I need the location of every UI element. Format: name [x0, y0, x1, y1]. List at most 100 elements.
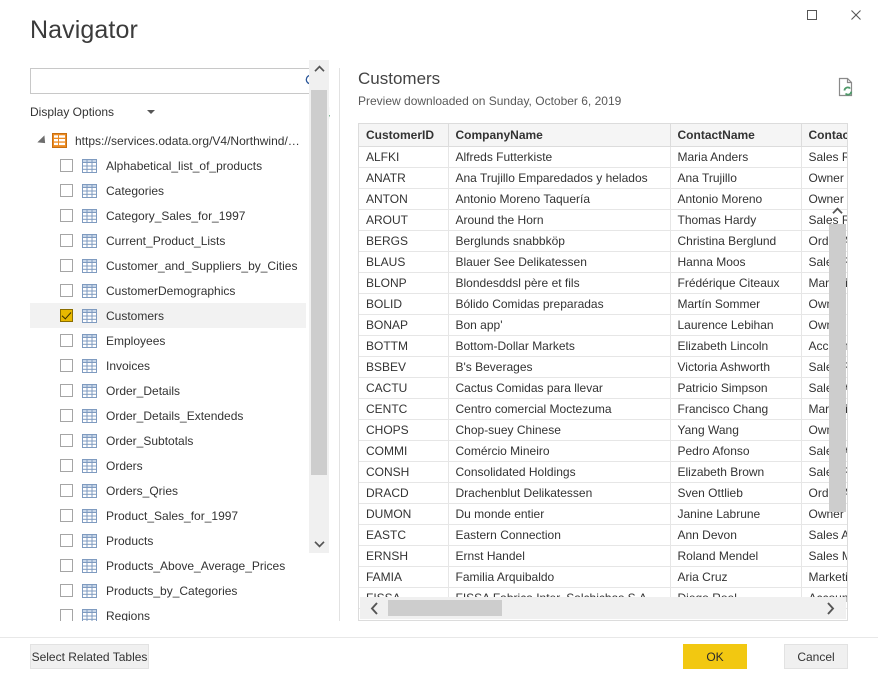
tree-item-checkbox[interactable] — [60, 609, 73, 621]
table-cell: Roland Mendel — [670, 545, 802, 567]
tree-item-orders[interactable]: Orders — [30, 453, 306, 478]
table-scroll-thumb[interactable] — [829, 224, 846, 512]
tree-item-checkbox[interactable] — [60, 209, 73, 222]
preview-table-container[interactable]: CustomerIDCompanyNameContactNameContactT… — [358, 123, 848, 621]
table-cell: BOTTM — [359, 335, 449, 357]
table-cell: Centro comercial Moctezuma — [448, 398, 671, 420]
column-header-companyname[interactable]: CompanyName — [448, 124, 671, 147]
display-options-button[interactable]: Display Options — [30, 105, 114, 119]
tree-item-products_above_average_prices[interactable]: Products_Above_Average_Prices — [30, 553, 306, 578]
table-row: ERNSHErnst HandelRoland MendelSales Mana… — [359, 545, 847, 567]
tree-item-products_by_categories[interactable]: Products_by_Categories — [30, 578, 306, 603]
tree-item-products[interactable]: Products — [30, 528, 306, 553]
table-row: CACTU Cactus Comidas para llevar Patricio … — [359, 377, 847, 399]
tree-item-checkbox[interactable] — [60, 434, 73, 447]
tree-item-checkbox[interactable] — [60, 359, 73, 372]
object-tree[interactable]: https://services.odata.org/V4/Northwind/… — [30, 128, 329, 621]
tree-item-checkbox[interactable] — [60, 284, 73, 297]
tree-item-checkbox[interactable] — [60, 509, 73, 522]
search-box[interactable] — [30, 68, 327, 94]
tree-item-order_details_extendeds[interactable]: Order_Details_Extendeds — [30, 403, 306, 428]
ok-button[interactable]: OK — [683, 644, 747, 669]
table-scroll-left-icon[interactable] — [362, 597, 386, 619]
preview-refresh-icon[interactable] — [836, 77, 856, 99]
table-icon — [82, 258, 97, 273]
table-cell: Consolidated Holdings — [448, 461, 671, 483]
pane-divider — [339, 68, 340, 621]
tree-item-checkbox[interactable] — [60, 384, 73, 397]
tree-item-category_sales_for_1997[interactable]: Category_Sales_for_1997 — [30, 203, 306, 228]
tree-item-alphabetical_list_of_products[interactable]: Alphabetical_list_of_products — [30, 153, 306, 178]
table-cell: Ana Trujillo — [670, 167, 802, 189]
tree-item-checkbox[interactable] — [60, 309, 73, 322]
tree-item-orders_qries[interactable]: Orders_Qries — [30, 478, 306, 503]
tree-item-checkbox[interactable] — [60, 234, 73, 247]
table-row: AROUTAround the HornThomas HardySales Re… — [359, 209, 847, 231]
table-cell: Bólido Comidas preparadas — [448, 293, 671, 315]
tree-item-customerdemographics[interactable]: CustomerDemographics — [30, 278, 306, 303]
close-button[interactable] — [834, 0, 878, 30]
table-scroll-up-icon[interactable] — [829, 202, 846, 219]
tree-item-label: Order_Subtotals — [106, 433, 194, 448]
chevron-down-icon[interactable] — [147, 110, 155, 114]
dialog-footer: Select Related Tables OK Cancel — [0, 637, 878, 700]
tree-item-checkbox[interactable] — [60, 584, 73, 597]
table-cell: Blauer See Delikatessen — [448, 251, 671, 273]
tree-item-label: Products_Above_Average_Prices — [106, 558, 286, 573]
table-cell: Ernst Handel — [448, 545, 671, 567]
tree-item-checkbox[interactable] — [60, 484, 73, 497]
tree-item-order_subtotals[interactable]: Order_Subtotals — [30, 428, 306, 453]
tree-item-checkbox[interactable] — [60, 459, 73, 472]
table-cell: CACTU — [359, 377, 449, 399]
table-cell: Francisco Chang — [670, 398, 802, 420]
table-cell: Christina Berglund — [670, 230, 802, 252]
display-options-row: Display Options — [30, 103, 330, 123]
tree-item-checkbox[interactable] — [60, 534, 73, 547]
tree-root-node[interactable]: https://services.odata.org/V4/Northwind/… — [30, 128, 306, 153]
table-vertical-scrollbar[interactable] — [829, 202, 846, 620]
tree-item-checkbox[interactable] — [60, 184, 73, 197]
table-horizontal-scrollbar[interactable] — [360, 597, 846, 619]
tree-item-checkbox[interactable] — [60, 559, 73, 572]
column-header-contacttitle[interactable]: ContactTitle — [801, 124, 847, 147]
tree-item-order_details[interactable]: Order_Details — [30, 378, 306, 403]
column-header-customerid[interactable]: CustomerID — [359, 124, 449, 147]
table-cell: COMMI — [359, 440, 449, 462]
scroll-down-icon[interactable] — [309, 535, 329, 553]
table-icon — [82, 208, 97, 223]
tree-item-checkbox[interactable] — [60, 334, 73, 347]
tree-item-invoices[interactable]: Invoices — [30, 353, 306, 378]
tree-item-customer_and_suppliers_by_cities[interactable]: Customer_and_Suppliers_by_Cities — [30, 253, 306, 278]
tree-item-label: Orders_Qries — [106, 483, 179, 498]
preview-title: Customers — [358, 69, 441, 88]
table-hscroll-thumb[interactable] — [388, 600, 502, 616]
tree-item-categories[interactable]: Categories — [30, 178, 306, 203]
select-related-tables-button[interactable]: Select Related Tables — [30, 644, 149, 669]
table-cell: BERGS — [359, 230, 449, 252]
cancel-button[interactable]: Cancel — [784, 644, 848, 669]
tree-item-customers[interactable]: Customers — [30, 303, 306, 328]
search-input[interactable] — [31, 69, 301, 93]
expand-collapse-icon[interactable] — [36, 134, 50, 148]
tree-vertical-scrollbar[interactable] — [309, 60, 329, 553]
scroll-up-icon[interactable] — [309, 60, 329, 78]
tree-item-product_sales_for_1997[interactable]: Product_Sales_for_1997 — [30, 503, 306, 528]
tree-item-checkbox[interactable] — [60, 259, 73, 272]
tree-item-employees[interactable]: Employees — [30, 328, 306, 353]
table-row: BSBEV B's Beverages Victoria Ashworth Sales… — [359, 356, 847, 378]
tree-item-regions[interactable]: Regions — [30, 603, 306, 621]
maximize-button[interactable] — [790, 0, 834, 30]
table-row: ALFKI Alfreds Futterkiste Maria Anders Sale… — [359, 146, 847, 168]
table-cell: ANATR — [359, 167, 449, 189]
tree-item-checkbox[interactable] — [60, 159, 73, 172]
table-scroll-right-icon[interactable] — [818, 597, 842, 619]
table-row: EASTCEastern ConnectionAnn DevonSales Ag… — [359, 524, 847, 546]
tree-item-current_product_lists[interactable]: Current_Product_Lists — [30, 228, 306, 253]
column-header-contactname[interactable]: ContactName — [670, 124, 802, 147]
close-icon — [851, 10, 861, 20]
tree-item-label: Customer_and_Suppliers_by_Cities — [106, 258, 298, 273]
tree-scroll-thumb[interactable] — [311, 90, 327, 475]
table-icon — [82, 583, 97, 598]
tree-item-checkbox[interactable] — [60, 409, 73, 422]
table-icon — [82, 508, 97, 523]
